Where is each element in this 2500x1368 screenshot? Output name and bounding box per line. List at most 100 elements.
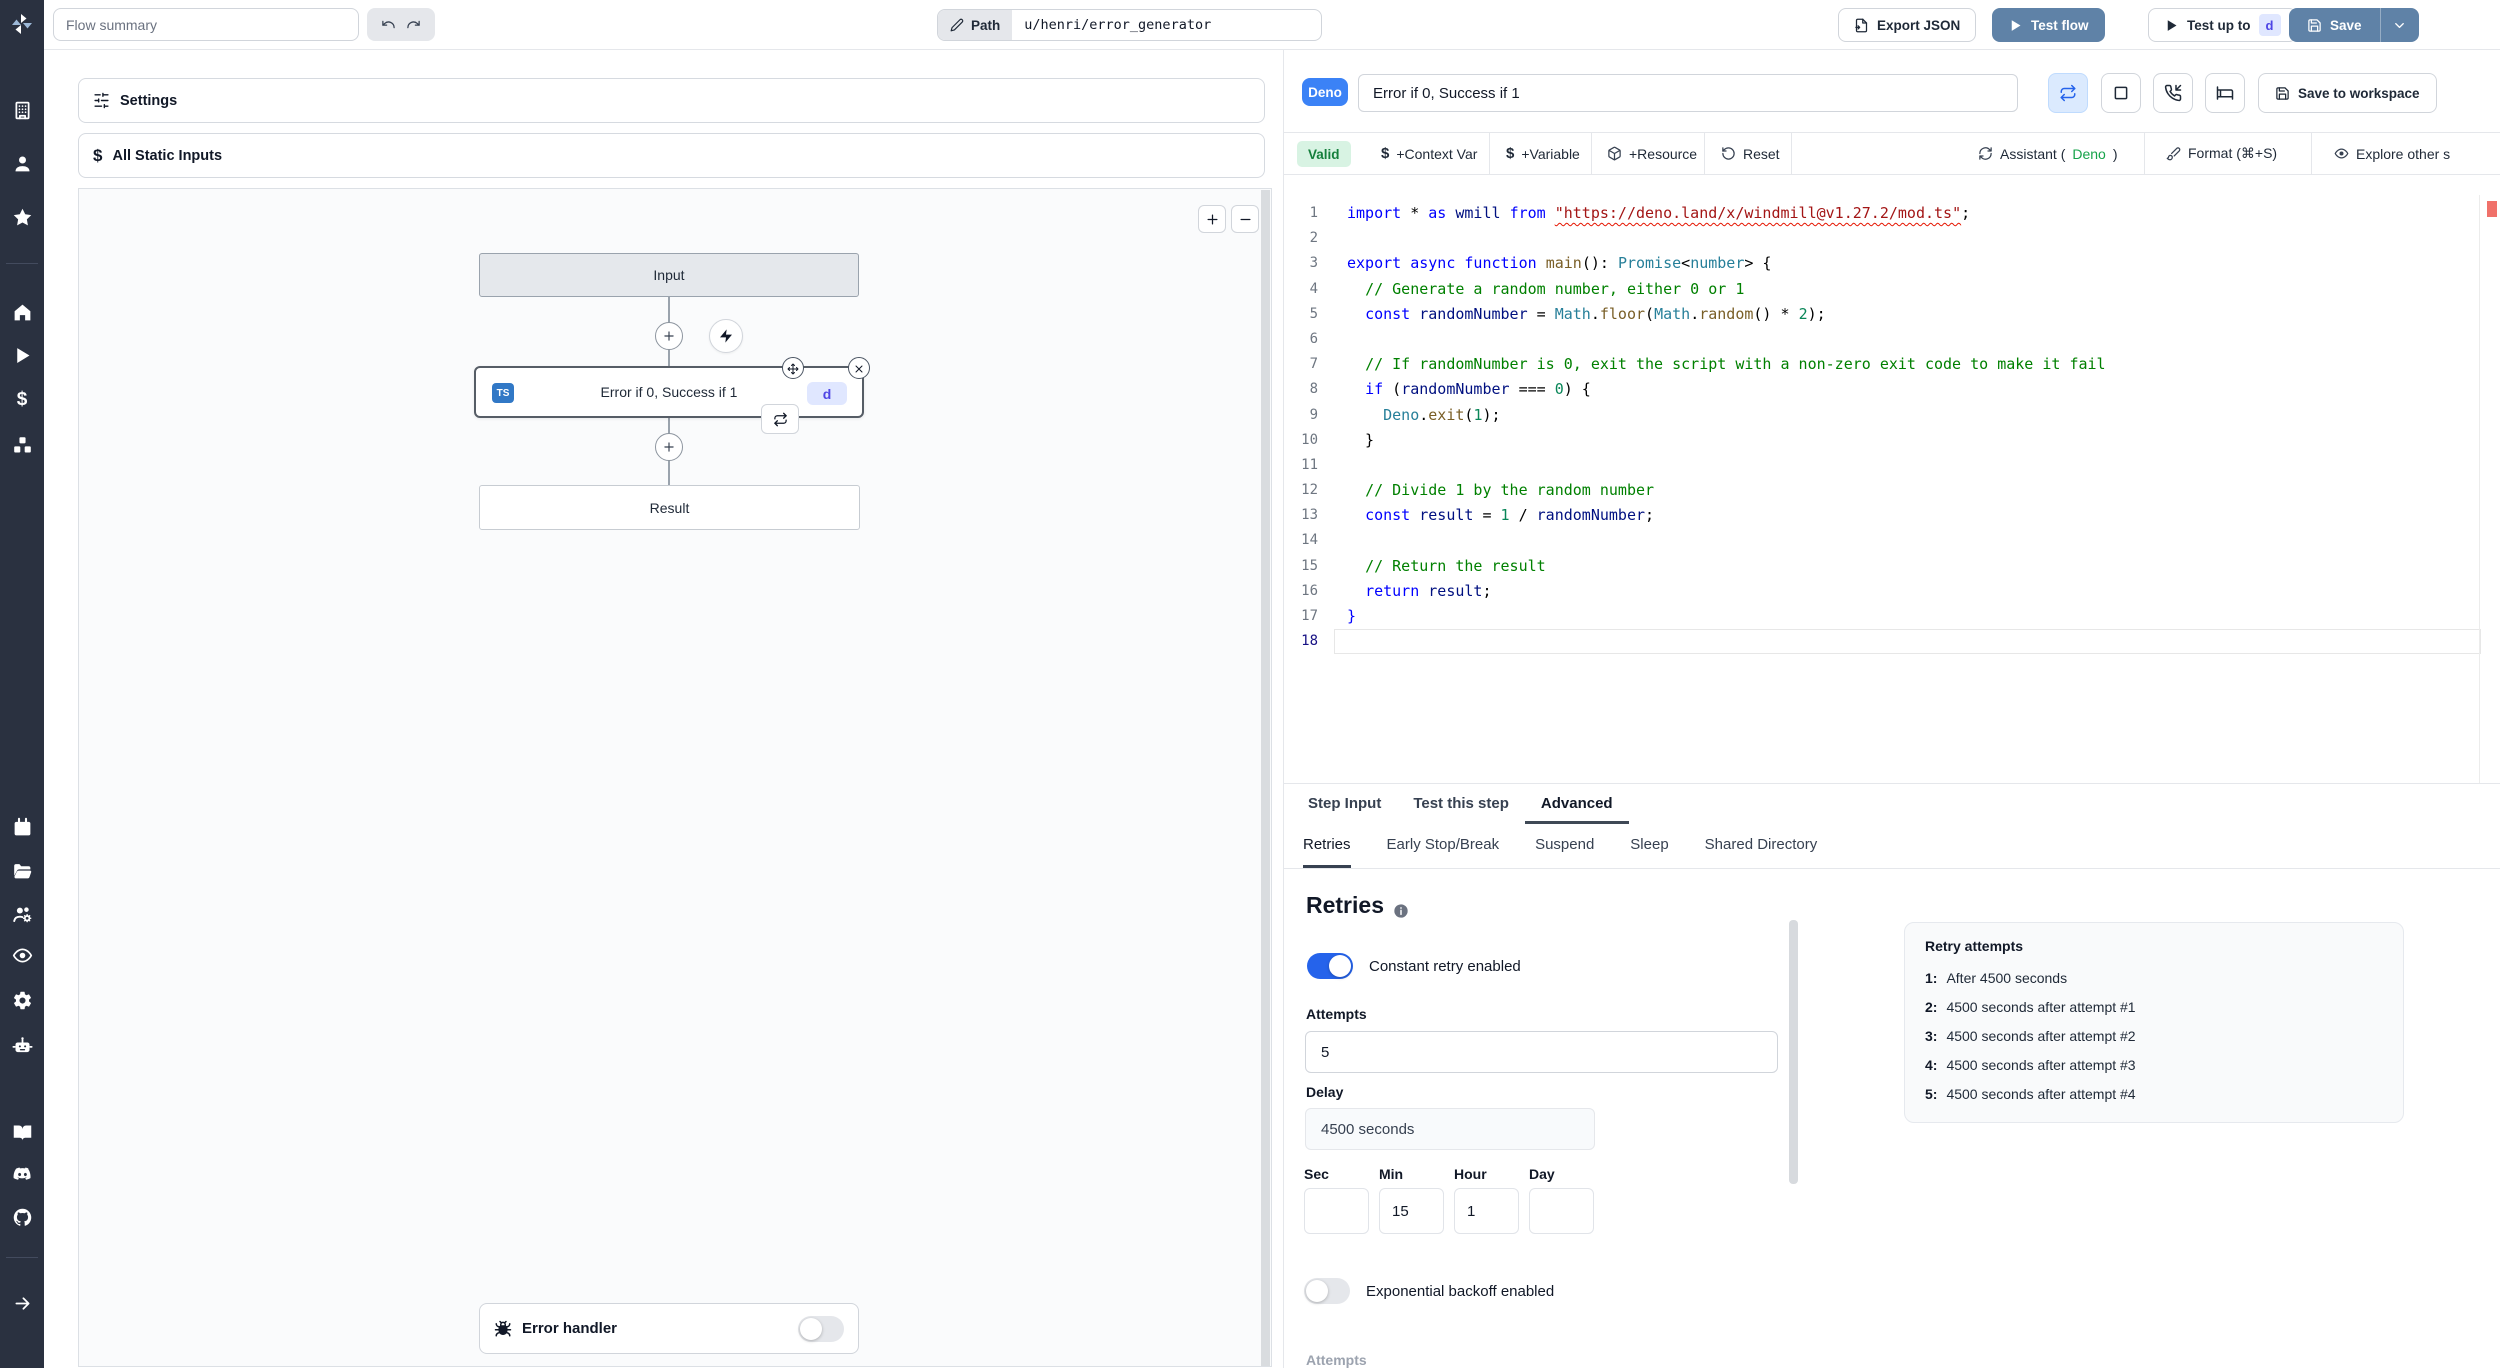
code-line-18[interactable]: 18 [1284,629,2500,654]
sidebar-item-github[interactable] [0,1204,44,1230]
test-flow-button[interactable]: Test flow [1992,8,2105,42]
insert-step-button[interactable] [655,433,683,461]
error-handler-row[interactable]: Error handler [479,1303,859,1354]
line-number: 1 [1309,205,1318,221]
sec-input[interactable] [1304,1188,1369,1234]
sidebar-item-docs[interactable] [0,1119,44,1145]
zoom-in-button[interactable] [1198,205,1226,233]
subtab-sleep[interactable]: Sleep [1630,824,1668,868]
code-text: const result = 1 / randomNumber; [1365,506,1655,525]
flow-summary-input[interactable] [53,8,359,41]
toolbar--resource[interactable]: +Resource [1607,133,1697,174]
step-summary-input[interactable] [1358,74,2018,112]
code-line-17[interactable]: 17} [1284,604,2500,629]
toolbar-reset[interactable]: Reset [1721,133,1780,174]
sidebar-item-groups[interactable] [0,901,44,927]
sidebar-item-audit-logs[interactable] [0,942,44,968]
flow-node-input[interactable]: Input [479,253,859,297]
error-handler-toggle[interactable] [798,1315,844,1342]
tab-advanced[interactable]: Advanced [1524,784,1629,824]
exponential-backoff-toggle[interactable] [1304,1278,1350,1304]
sidebar-item-user[interactable] [0,150,44,176]
retry-settings-button[interactable] [2048,73,2088,113]
min-input[interactable] [1379,1188,1444,1234]
subtab-suspend[interactable]: Suspend [1535,824,1594,868]
stop-button[interactable] [2101,73,2141,113]
insert-step-button[interactable] [655,322,683,350]
code-line-3[interactable]: 3 export async function main(): Promise<n… [1284,251,2500,276]
code-line-13[interactable]: 13 const result = 1 / randomNumber; [1284,503,2500,528]
code-line-11[interactable]: 11 [1284,453,2500,478]
sidebar-item-folders[interactable] [0,858,44,884]
code-line-6[interactable]: 6 [1284,327,2500,352]
code-line-8[interactable]: 8 if (randomNumber === 0) { [1284,377,2500,402]
sidebar-item-settings[interactable] [0,987,44,1013]
sidebar-item-favorites[interactable] [0,204,44,230]
save-to-workspace-button[interactable]: Save to workspace [2258,73,2437,113]
flow-node-result[interactable]: Result [479,485,860,530]
constant-retry-toggle[interactable] [1307,953,1353,979]
export-json-button[interactable]: Export JSON [1838,8,1977,42]
hour-input[interactable] [1454,1188,1519,1234]
all-static-inputs-row[interactable]: $ All Static Inputs [78,133,1265,178]
path-field[interactable]: Path u/henri/error_generator [937,9,1322,41]
undo-icon[interactable] [381,17,396,32]
code-line-10[interactable]: 10 } [1284,428,2500,453]
code-line-7[interactable]: 7 // If randomNumber is 0, exit the scri… [1284,352,2500,377]
retry-indicator-button[interactable] [761,404,799,434]
windmill-logo[interactable] [0,0,44,48]
delay-input[interactable] [1305,1108,1595,1150]
subtab-early-stop-break[interactable]: Early Stop/Break [1387,824,1500,868]
toolbar--variable[interactable]: $ +Variable [1506,133,1580,174]
zoom-out-button[interactable] [1231,205,1259,233]
tab-step-input[interactable]: Step Input [1292,784,1397,824]
move-step-button[interactable] [782,357,804,379]
plus-icon [662,329,676,343]
tab-test-this-step[interactable]: Test this step [1397,784,1525,824]
language-badge: Deno [1302,78,1348,106]
code-line-14[interactable]: 14 [1284,528,2500,553]
sidebar-item-resources[interactable] [0,432,44,458]
delete-step-button[interactable] [848,357,870,379]
code-line-4[interactable]: 4 // Generate a random number, either 0 … [1284,277,2500,302]
flow-settings-row[interactable]: Settings [78,78,1265,123]
toolbar-assistant-[interactable]: Assistant (Deno) [1978,133,2118,174]
code-line-12[interactable]: 12 // Divide 1 by the random number [1284,478,2500,503]
sidebar-item-workspace[interactable] [0,97,44,123]
sidebar-item-home[interactable] [0,299,44,325]
trigger-button[interactable] [709,319,743,353]
sleep-button[interactable] [2205,73,2245,113]
redo-icon[interactable] [406,17,421,32]
code-line-1[interactable]: 1 import * as wmill from "https://deno.la… [1284,201,2500,226]
attempts-input[interactable] [1305,1031,1778,1073]
save-dropdown-button[interactable] [2381,8,2419,42]
form-scrollbar[interactable] [1789,920,1798,1184]
sidebar-item-workers[interactable] [0,1032,44,1058]
sidebar-item-expand[interactable] [0,1290,44,1316]
code-line-15[interactable]: 15 // Return the result [1284,554,2500,579]
suspend-button[interactable] [2153,73,2193,113]
toolbar-explore-other-s[interactable]: Explore other s [2334,133,2450,174]
sidebar-item-schedules[interactable] [0,814,44,840]
code-line-2[interactable]: 2 [1284,226,2500,251]
sidebar-item-discord[interactable] [0,1161,44,1187]
retry-attempt-item: 5: 4500 seconds after attempt #4 [1925,1086,2136,1102]
subtab-shared-directory[interactable]: Shared Directory [1705,824,1818,868]
day-input[interactable] [1529,1188,1594,1234]
sidebar-item-runs[interactable] [0,342,44,368]
test-up-to-button[interactable]: Test up to d [2148,8,2297,42]
delay-field-min: Min [1379,1166,1444,1234]
code-line-5[interactable]: 5 const randomNumber = Math.floor(Math.r… [1284,302,2500,327]
flow-node-step[interactable]: TS Error if 0, Success if 1 d [474,366,864,418]
save-button[interactable]: Save [2289,8,2419,42]
subtab-retries[interactable]: Retries [1303,824,1351,868]
code-line-9[interactable]: 9 Deno.exit(1); [1284,403,2500,428]
toolbar-format-s-[interactable]: Format (⌘+S) [2166,133,2277,174]
code-line-16[interactable]: 16 return result; [1284,579,2500,604]
flow-canvas[interactable]: Input TS Error if 0, Success if 1 d Resu… [78,188,1272,1367]
field-label: Hour [1454,1166,1487,1182]
sidebar-item-variables[interactable]: $ [0,387,44,413]
code-editor[interactable]: 1 import * as wmill from "https://deno.la… [1284,195,2500,783]
canvas-scrollbar[interactable] [1261,190,1270,1366]
toolbar--context-var[interactable]: $ +Context Var [1381,133,1477,174]
